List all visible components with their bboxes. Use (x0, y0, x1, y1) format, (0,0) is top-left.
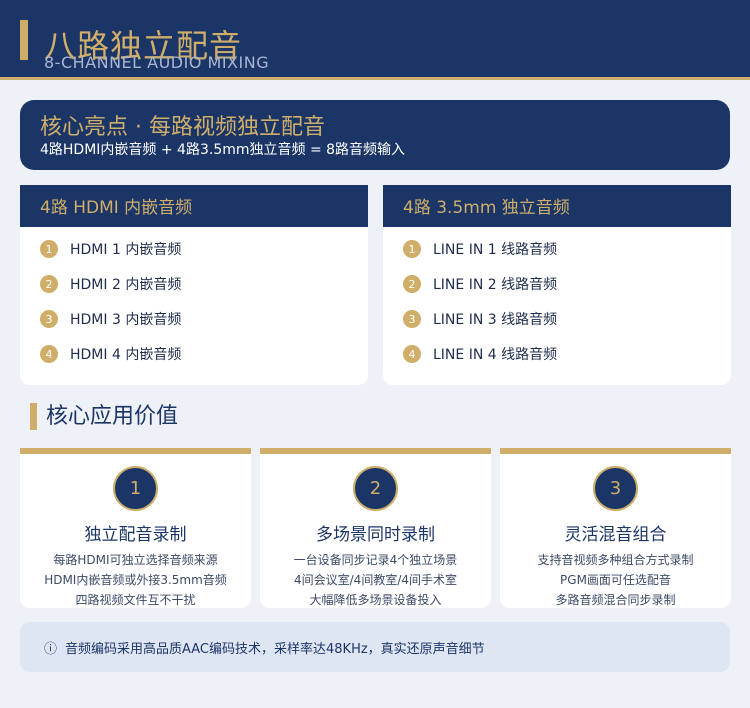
card-description-line: PGM画面可任选配音 (560, 573, 671, 587)
line-panel-title: 4路 3.5mm 独立音频 (383, 185, 731, 227)
note-text: 音频编码采用高品质AAC编码技术，采样率达48KHz，真实还原声音细节 (65, 641, 485, 657)
hdmi-audio-panel: 4路 HDMI 内嵌音频 1 HDMI 1 内嵌音频 2 HDMI 2 内嵌音频… (20, 185, 368, 385)
number-badge: 4 (403, 345, 421, 363)
header-accent-bar (20, 20, 28, 60)
audio-encoding-note: ⓘ 音频编码采用高品质AAC编码技术，采样率达48KHz，真实还原声音细节 (20, 622, 730, 672)
card-description-line: HDMI内嵌音频或外接3.5mm音频 (44, 573, 227, 587)
highlight-banner: 核心亮点 · 每路视频独立配音 4路HDMI内嵌音频 + 4路3.5mm独立音频… (20, 100, 730, 170)
card-description-line: 一台设备同步记录4个独立场景 (293, 553, 458, 567)
page-header: 八路独立配音 8-CHANNEL AUDIO MIXING (0, 0, 750, 80)
list-item: 2 LINE IN 2 线路音频 (403, 274, 557, 294)
hdmi-panel-title: 4路 HDMI 内嵌音频 (20, 185, 368, 227)
value-card-flexible-mixing: 3 灵活混音组合 支持音视频多种组合方式录制 PGM画面可任选配音 多路音频混合… (500, 448, 731, 608)
list-item-label: LINE IN 4 线路音频 (433, 347, 558, 363)
card-description-line: 4间会议室/4间教室/4间手术室 (294, 573, 457, 587)
card-description-line: 支持音视频多种组合方式录制 (537, 553, 694, 567)
highlight-subtitle: 4路HDMI内嵌音频 + 4路3.5mm独立音频 = 8路音频输入 (40, 142, 406, 158)
info-icon: ⓘ (44, 641, 58, 657)
card-number-circle: 1 (113, 466, 158, 511)
number-badge: 2 (40, 275, 58, 293)
card-title: 灵活混音组合 (564, 525, 667, 545)
list-item: 3 LINE IN 3 线路音频 (403, 309, 557, 329)
list-item: 4 LINE IN 4 线路音频 (403, 344, 557, 364)
list-item-label: HDMI 4 内嵌音频 (70, 347, 182, 363)
card-description-line: 大幅降低多场景设备投入 (309, 593, 442, 607)
value-card-independent-recording: 1 独立配音录制 每路HDMI可独立选择音频来源 HDMI内嵌音频或外接3.5m… (20, 448, 251, 608)
card-description-line: 每路HDMI可独立选择音频来源 (53, 553, 218, 567)
card-description-line: 多路音频混合同步录制 (555, 593, 676, 607)
list-item: 1 LINE IN 1 线路音频 (403, 239, 557, 259)
number-badge: 2 (403, 275, 421, 293)
list-item: 2 HDMI 2 内嵌音频 (40, 274, 181, 294)
section-title: 核心应用价值 (46, 404, 179, 429)
list-item-label: HDMI 3 内嵌音频 (70, 312, 182, 328)
list-item: 1 HDMI 1 内嵌音频 (40, 239, 181, 259)
list-item-label: HDMI 1 内嵌音频 (70, 242, 182, 258)
number-badge: 3 (403, 310, 421, 328)
list-item-label: LINE IN 1 线路音频 (433, 242, 558, 258)
line-in-audio-panel: 4路 3.5mm 独立音频 1 LINE IN 1 线路音频 2 LINE IN… (383, 185, 731, 385)
highlight-title: 核心亮点 · 每路视频独立配音 (40, 115, 325, 140)
number-badge: 4 (40, 345, 58, 363)
card-number-circle: 3 (593, 466, 638, 511)
list-item-label: LINE IN 2 线路音频 (433, 277, 558, 293)
card-title: 独立配音录制 (84, 525, 187, 545)
list-item-label: HDMI 2 内嵌音频 (70, 277, 182, 293)
list-item-label: LINE IN 3 线路音频 (433, 312, 558, 328)
section-accent-bar (30, 403, 37, 430)
number-badge: 3 (40, 310, 58, 328)
card-description-line: 四路视频文件互不干扰 (75, 593, 196, 607)
list-item: 4 HDMI 4 内嵌音频 (40, 344, 181, 364)
number-badge: 1 (40, 240, 58, 258)
card-number-circle: 2 (353, 466, 398, 511)
number-badge: 1 (403, 240, 421, 258)
card-title: 多场景同时录制 (316, 525, 435, 545)
value-card-multi-scene-recording: 2 多场景同时录制 一台设备同步记录4个独立场景 4间会议室/4间教室/4间手术… (260, 448, 491, 608)
list-item: 3 HDMI 3 内嵌音频 (40, 309, 181, 329)
page-subtitle: 8-CHANNEL AUDIO MIXING (44, 53, 270, 72)
